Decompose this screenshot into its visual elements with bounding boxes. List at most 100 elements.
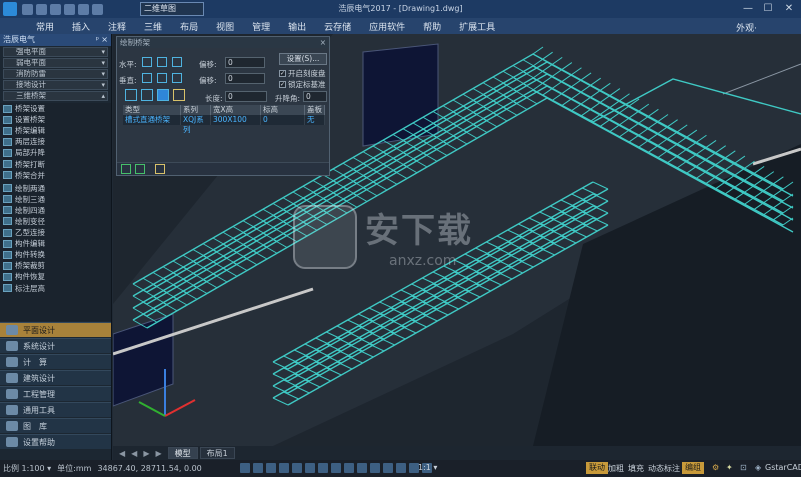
lift-angle-input[interactable]: 0 xyxy=(303,91,327,102)
list-item[interactable]: 桥架打断 xyxy=(0,158,111,169)
tab-nav-first[interactable]: ◀ xyxy=(119,449,125,458)
menu-item-help[interactable]: 帮助 xyxy=(423,20,441,33)
category-dropdown[interactable]: 消防防雷 ▾ xyxy=(3,69,108,79)
menu-item-apps[interactable]: 应用软件 xyxy=(369,20,405,33)
align-left-icon[interactable] xyxy=(142,73,152,83)
category-dropdown[interactable]: 接地设计 ▾ xyxy=(3,80,108,90)
tab-layout1[interactable]: 布局1 xyxy=(199,447,235,459)
linked-toggle[interactable]: 联动 xyxy=(586,462,608,474)
menu-item-3d[interactable]: 三维 xyxy=(144,20,162,33)
menu-item-extend[interactable]: 扩展工具 xyxy=(459,20,495,33)
minimize-button[interactable]: — xyxy=(740,2,756,15)
section-architecture[interactable]: 建筑设计 xyxy=(0,370,111,385)
list-item[interactable]: 绘制变径 xyxy=(0,216,111,227)
appearance-menu[interactable]: 外观· xyxy=(736,21,757,34)
tab-nav-prev[interactable]: ◀ xyxy=(131,449,137,458)
offset-horizontal-input[interactable]: 0 xyxy=(225,57,265,68)
zoom-select[interactable]: 1:1 ▾ xyxy=(418,463,437,472)
snap-icon[interactable] xyxy=(253,463,263,473)
offset-vertical-input[interactable]: 0 xyxy=(225,73,265,84)
pin-icon[interactable]: ᵖ xyxy=(96,34,99,46)
category-dropdown[interactable]: 三维桥架 ▴ xyxy=(3,91,108,101)
category-dropdown[interactable]: 强电平面 ▾ xyxy=(3,47,108,57)
open-scale-checkbox[interactable]: ✓ 开启刻度盘 xyxy=(279,68,326,79)
settings-button[interactable]: 设置(S)... xyxy=(279,53,327,65)
table-row[interactable]: 槽式直通桥架 XQJ系列 300X100 0 无 xyxy=(123,115,325,134)
tab-model[interactable]: 模型 xyxy=(167,447,198,459)
section-settings-help[interactable]: 设置帮助 xyxy=(0,434,111,449)
list-item[interactable]: 桥架编辑 xyxy=(0,125,111,136)
list-item[interactable]: 两层连接 xyxy=(0,136,111,147)
menu-item-output[interactable]: 输出 xyxy=(288,20,306,33)
transparency-icon[interactable] xyxy=(331,463,341,473)
section-tools[interactable]: 通用工具 xyxy=(0,402,111,417)
list-item[interactable]: 绘制两通 xyxy=(0,183,111,194)
viewport-icon[interactable] xyxy=(370,463,380,473)
collapse-icon[interactable] xyxy=(135,164,145,174)
list-item[interactable]: 桥架设置 xyxy=(0,103,111,114)
menu-item-cloud[interactable]: 云存储 xyxy=(324,20,351,33)
list-item[interactable]: 桥架合并 xyxy=(0,170,111,181)
polar-icon[interactable] xyxy=(279,463,289,473)
menu-item-view[interactable]: 视图 xyxy=(216,20,234,33)
list-item[interactable]: 桥架裁剪 xyxy=(0,260,111,271)
selection-icon[interactable] xyxy=(344,463,354,473)
align-bottom-icon[interactable] xyxy=(172,57,182,67)
dynamic-label-toggle[interactable]: 动态标注 xyxy=(648,463,680,474)
lock-icon[interactable]: ⊡ xyxy=(740,463,747,472)
list-item[interactable]: 绘制四通 xyxy=(0,205,111,216)
list-item[interactable]: 设置桥架 xyxy=(0,114,111,125)
tab-nav-next[interactable]: ▶ xyxy=(143,449,149,458)
tray-fitting-icon[interactable] xyxy=(141,89,153,101)
tab-nav-last[interactable]: ▶ xyxy=(155,449,161,458)
align-right-icon[interactable] xyxy=(172,73,182,83)
otrack-icon[interactable] xyxy=(305,463,315,473)
settings-gear-icon[interactable]: ⚙ xyxy=(712,463,719,472)
menu-item-annotate[interactable]: 注释 xyxy=(108,20,126,33)
list-item[interactable]: 标注层高 xyxy=(0,283,111,294)
menu-item-layout[interactable]: 布局 xyxy=(180,20,198,33)
align-top-icon[interactable] xyxy=(142,57,152,67)
annotation-icon[interactable] xyxy=(357,463,367,473)
group-toggle[interactable]: 编组 xyxy=(682,462,704,474)
section-project[interactable]: 工程管理 xyxy=(0,386,111,401)
list-item[interactable]: 局部升降 xyxy=(0,147,111,158)
workspace-icon[interactable] xyxy=(383,463,393,473)
list-item[interactable]: 构件恢复 xyxy=(0,271,111,282)
align-middle-icon[interactable] xyxy=(157,57,167,67)
tray-type-icon[interactable] xyxy=(125,89,137,101)
tray-select-icon[interactable] xyxy=(157,89,169,101)
length-input[interactable]: 0 xyxy=(225,91,267,102)
close-button[interactable]: ✕ xyxy=(781,2,797,15)
align-center-icon[interactable] xyxy=(157,73,167,83)
section-library[interactable]: 图 库 xyxy=(0,418,111,433)
brush-icon[interactable] xyxy=(155,164,165,174)
section-calculate[interactable]: 计 算 xyxy=(0,354,111,369)
thicken-toggle[interactable]: 加粗 xyxy=(608,463,624,474)
maximize-button[interactable]: ☐ xyxy=(760,2,776,15)
grid-icon[interactable] xyxy=(240,463,250,473)
osnap-icon[interactable] xyxy=(292,463,302,473)
section-system-design[interactable]: 系统设计 xyxy=(0,338,111,353)
menu-item-manage[interactable]: 管理 xyxy=(252,20,270,33)
bulb-icon[interactable]: ✦ xyxy=(726,463,733,472)
panel-close-button[interactable]: × xyxy=(101,34,108,46)
list-item[interactable]: 构件编辑 xyxy=(0,238,111,249)
lineweight-icon[interactable] xyxy=(318,463,328,473)
list-item[interactable]: 绘制三通 xyxy=(0,194,111,205)
isolate-icon[interactable] xyxy=(396,463,406,473)
drafting-toggles xyxy=(240,463,432,473)
ortho-icon[interactable] xyxy=(266,463,276,473)
lock-base-checkbox[interactable]: ✓ 锁定标基准 xyxy=(279,79,326,90)
menu-item-insert[interactable]: 插入 xyxy=(72,20,90,33)
scale-select[interactable]: 比例 1:100 ▾ xyxy=(3,463,51,474)
category-dropdown[interactable]: 弱电平面 ▾ xyxy=(3,58,108,68)
list-view-icon[interactable] xyxy=(121,164,131,174)
list-item[interactable]: 乙型连接 xyxy=(0,227,111,238)
list-item[interactable]: 构件转换 xyxy=(0,249,111,260)
fill-toggle[interactable]: 填充 xyxy=(628,463,644,474)
dialog-close-button[interactable]: × xyxy=(320,37,326,48)
menu-item-home[interactable]: 常用 xyxy=(36,20,54,33)
section-plan-design[interactable]: 平面设计 xyxy=(0,322,111,337)
brush-icon[interactable] xyxy=(173,89,185,101)
